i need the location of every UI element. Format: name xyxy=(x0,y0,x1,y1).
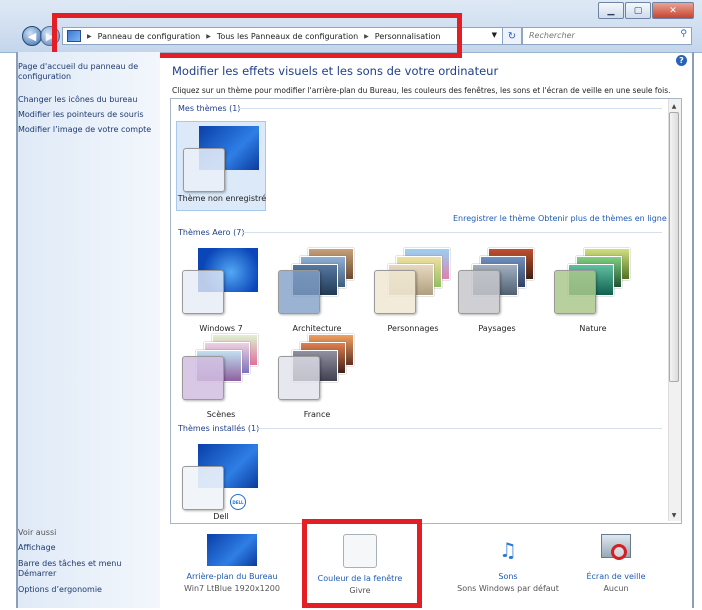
theme-color-swatch xyxy=(278,356,320,400)
theme-scenes[interactable]: Scènes xyxy=(176,330,266,420)
page-title: Modifier les effets visuels et les sons … xyxy=(172,64,499,78)
group-heading-my-themes: Mes thèmes (1) xyxy=(178,104,241,113)
theme-nature[interactable]: Nature xyxy=(548,244,638,334)
sidebar-home-link[interactable]: Page d'accueil du panneau de configurati… xyxy=(18,62,156,82)
theme-color-swatch xyxy=(278,270,320,314)
screensaver-icon xyxy=(601,534,631,566)
sounds-setting[interactable]: ♫ Sons Sons Windows par défaut xyxy=(448,534,568,593)
theme-label: France xyxy=(303,410,331,419)
sidebar-item-account-picture[interactable]: Modifier l’image de votre compte xyxy=(18,125,156,135)
group-heading-aero-themes: Thèmes Aero (7) xyxy=(178,228,245,237)
screensaver-setting[interactable]: Écran de veille Aucun xyxy=(556,534,676,593)
control-panel-icon xyxy=(67,30,81,42)
theme-dell[interactable]: DELL Dell xyxy=(176,440,266,530)
scroll-up-icon[interactable]: ▲ xyxy=(669,101,679,111)
theme-color-swatch xyxy=(458,270,500,314)
group-divider xyxy=(238,108,662,109)
close-button[interactable]: ✕ xyxy=(652,2,694,19)
theme-label: Paysages xyxy=(478,324,516,333)
see-also-ease-of-access[interactable]: Options d’ergonomie xyxy=(18,585,156,595)
setting-value: Aucun xyxy=(603,584,629,593)
setting-value: Win7 LtBlue 1920x1200 xyxy=(184,584,280,593)
search-box[interactable]: ⚲ xyxy=(522,27,692,45)
setting-value: Givre xyxy=(349,586,371,595)
setting-label[interactable]: Arrière-plan du Bureau xyxy=(172,572,292,581)
breadcrumb-separator-icon: ▶ xyxy=(364,32,369,40)
breadcrumb-personalization[interactable]: Personnalisation xyxy=(375,32,441,41)
group-divider xyxy=(242,232,662,233)
theme-architecture[interactable]: Architecture xyxy=(272,244,362,334)
theme-color-swatch xyxy=(182,466,224,510)
theme-color-swatch xyxy=(554,270,596,314)
theme-color-swatch xyxy=(374,270,416,314)
window-color-setting[interactable]: Couleur de la fenêtre Givre xyxy=(300,534,420,595)
see-also-taskbar[interactable]: Barre des tâches et menu Démarrer xyxy=(18,559,138,579)
more-themes-link[interactable]: Obtenir plus de thèmes en ligne xyxy=(538,214,667,223)
desktop-background-icon xyxy=(207,534,257,566)
group-divider xyxy=(256,428,662,429)
theme-characters[interactable]: Personnages xyxy=(368,244,458,334)
theme-label: Scènes xyxy=(206,410,236,419)
sidebar-item-desktop-icons[interactable]: Changer les icônes du bureau xyxy=(18,95,156,105)
breadcrumb-control-panel[interactable]: Panneau de configuration xyxy=(98,32,201,41)
dell-logo-icon: DELL xyxy=(230,494,246,510)
breadcrumb-separator-icon: ▶ xyxy=(87,32,92,40)
desktop-background-setting[interactable]: Arrière-plan du Bureau Win7 LtBlue 1920x… xyxy=(172,534,292,593)
scrollbar-thumb[interactable] xyxy=(669,112,679,382)
setting-label[interactable]: Couleur de la fenêtre xyxy=(300,574,420,583)
scroll-down-icon[interactable]: ▼ xyxy=(669,510,679,520)
window-controls: ▁ ▢ ✕ xyxy=(597,2,694,19)
theme-color-swatch xyxy=(183,148,225,192)
theme-unsaved[interactable]: Thème non enregistré xyxy=(176,121,266,211)
refresh-button[interactable]: ↻ xyxy=(502,27,522,45)
minimize-button[interactable]: ▁ xyxy=(598,2,624,19)
setting-label[interactable]: Sons xyxy=(448,572,568,581)
theme-label: Personnages xyxy=(387,324,439,333)
forward-arrow-icon: ▶ xyxy=(45,29,55,43)
forward-button[interactable]: ▶ xyxy=(40,26,60,46)
window-color-icon xyxy=(343,534,377,568)
save-theme-link[interactable]: Enregistrer le thème xyxy=(453,214,535,223)
breadcrumb-all-control-panels[interactable]: Tous les Panneaux de configuration xyxy=(217,32,358,41)
page-subtitle: Cliquez sur un thème pour modifier l'arr… xyxy=(172,86,671,95)
theme-color-swatch xyxy=(182,356,224,400)
see-also-heading: Voir aussi xyxy=(18,528,57,537)
chevron-down-icon[interactable]: ▼ xyxy=(492,31,497,39)
address-bar[interactable]: ▶ Panneau de configuration ▶ Tous les Pa… xyxy=(62,27,504,45)
theme-label: Nature xyxy=(579,324,607,333)
theme-france[interactable]: France xyxy=(272,330,362,420)
back-button[interactable]: ◀ xyxy=(22,26,42,46)
group-heading-installed-themes: Thèmes installés (1) xyxy=(178,424,260,433)
search-input[interactable] xyxy=(523,28,675,42)
setting-value: Sons Windows par défaut xyxy=(457,584,559,593)
breadcrumb-separator-icon: ▶ xyxy=(206,32,211,40)
sidebar xyxy=(18,52,160,608)
setting-label[interactable]: Écran de veille xyxy=(556,572,676,581)
theme-label: Thème non enregistré xyxy=(177,194,267,203)
theme-windows7[interactable]: Windows 7 xyxy=(176,244,266,334)
refresh-icon: ↻ xyxy=(507,30,517,42)
theme-landscapes[interactable]: Paysages xyxy=(452,244,542,334)
back-arrow-icon: ◀ xyxy=(27,29,37,43)
window-right-border xyxy=(692,52,694,608)
search-icon[interactable]: ⚲ xyxy=(680,29,687,39)
sidebar-item-mouse-pointers[interactable]: Modifier les pointeurs de souris xyxy=(18,110,156,120)
see-also-display[interactable]: Affichage xyxy=(18,543,156,553)
music-notes-icon: ♫ xyxy=(499,538,517,562)
theme-label: Dell xyxy=(213,512,229,521)
maximize-button[interactable]: ▢ xyxy=(625,2,651,19)
theme-color-swatch xyxy=(182,270,224,314)
help-icon[interactable]: ? xyxy=(676,55,687,66)
